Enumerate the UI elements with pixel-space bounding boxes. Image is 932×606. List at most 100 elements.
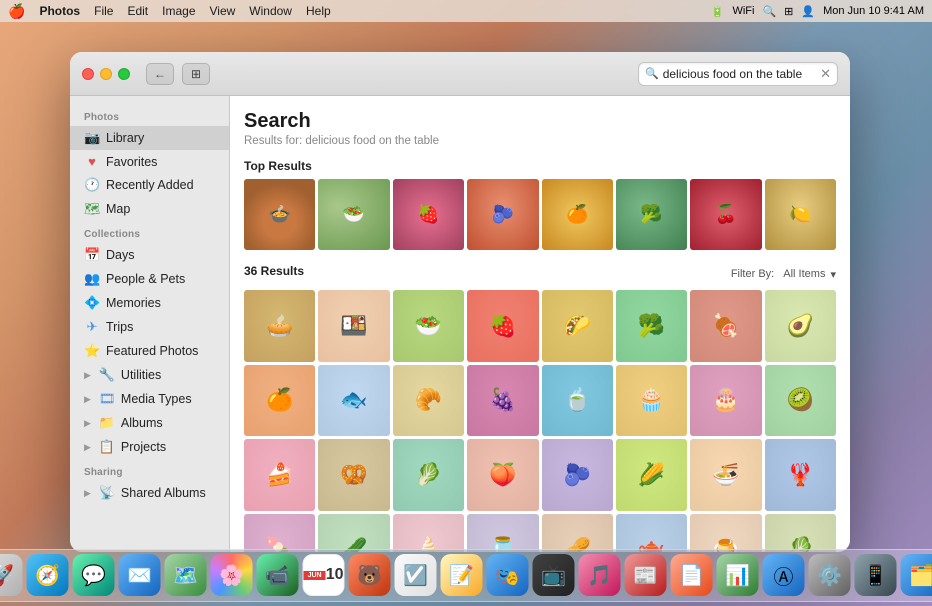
result-item-6[interactable]: 🥦 [616,290,687,361]
top-result-1[interactable]: 🍲 [244,179,315,250]
result-item-1[interactable]: 🥧 [244,290,315,361]
menubar-control[interactable]: ⊞ [784,5,793,18]
sidebar-item-shared-albums[interactable]: ▶ 📡 Shared Albums [70,481,229,505]
dock-facetime[interactable]: 📹 [257,554,299,596]
result-item-17[interactable]: 🍰 [244,439,315,510]
sidebar-item-favorites[interactable]: ♥ Favorites [70,150,229,173]
search-bar[interactable]: 🔍 delicious food on the table ✕ [638,62,838,86]
result-photo-12: 🍇 [489,387,516,413]
result-item-19[interactable]: 🥬 [393,439,464,510]
top-result-3[interactable]: 🍓 [393,179,464,250]
sidebar-item-library[interactable]: 📷 Library [70,126,229,150]
result-item-10[interactable]: 🐟 [318,365,389,436]
dock-bear[interactable]: 🐻 [349,554,391,596]
menubar-search[interactable]: 🔍 [762,5,776,18]
result-item-31[interactable]: 🍮 [690,514,761,553]
sidebar-item-recently-added[interactable]: 🕐 Recently Added [70,173,229,197]
sidebar-item-days[interactable]: 📅 Days [70,243,229,267]
menubar-app-name[interactable]: Photos [39,4,80,18]
result-item-30[interactable]: 🫖 [616,514,687,553]
top-result-5[interactable]: 🍊 [542,179,613,250]
sidebar-item-featured[interactable]: ⭐ Featured Photos [70,339,229,363]
result-item-29[interactable]: 🥜 [542,514,613,553]
dock-sysprefs[interactable]: ⚙️ [809,554,851,596]
sidebar-item-map[interactable]: 🗺 Map [70,197,229,221]
menubar-image[interactable]: Image [162,4,195,18]
sidebar-item-media-types[interactable]: ▶ 🎞 Media Types [70,387,229,411]
menubar-time: Mon Jun 10 9:41 AM [823,5,924,17]
result-item-11[interactable]: 🥐 [393,365,464,436]
top-result-4[interactable]: 🫐 [467,179,538,250]
sidebar-item-projects[interactable]: ▶ 📋 Projects [70,435,229,459]
result-item-24[interactable]: 🦞 [765,439,836,510]
dock-mail[interactable]: ✉️ [119,554,161,596]
dock-files[interactable]: 🗂️ [901,554,932,596]
filter-button[interactable]: Filter By: All Items ▾ [731,268,836,281]
result-item-32[interactable]: 🥬 [765,514,836,553]
result-item-28[interactable]: 🫙 [467,514,538,553]
dock-messages[interactable]: 💬 [73,554,115,596]
menubar-window[interactable]: Window [249,4,292,18]
result-item-4[interactable]: 🍓 [467,290,538,361]
result-item-7[interactable]: 🍖 [690,290,761,361]
dock-appstore[interactable]: Ⓐ [763,554,805,596]
top-result-6[interactable]: 🥦 [616,179,687,250]
messages-icon: 💬 [81,563,106,588]
result-item-23[interactable]: 🍜 [690,439,761,510]
notes-icon: 📝 [449,563,474,588]
maximize-button[interactable] [118,68,130,80]
dock-notes[interactable]: 📝 [441,554,483,596]
result-item-16[interactable]: 🥝 [765,365,836,436]
back-button[interactable]: ← [146,63,174,85]
result-photo-17: 🍰 [266,462,293,488]
result-item-13[interactable]: 🍵 [542,365,613,436]
dock-keynote[interactable]: 🎭 [487,554,529,596]
close-button[interactable] [82,68,94,80]
search-input[interactable]: delicious food on the table [663,67,817,81]
result-item-5[interactable]: 🌮 [542,290,613,361]
dock-reminders[interactable]: ☑️ [395,554,437,596]
result-item-8[interactable]: 🥑 [765,290,836,361]
result-item-22[interactable]: 🌽 [616,439,687,510]
sidebar-item-memories[interactable]: 💠 Memories [70,291,229,315]
result-item-25[interactable]: 🍡 [244,514,315,553]
dock-news[interactable]: 📰 [625,554,667,596]
minimize-button[interactable] [100,68,112,80]
result-item-21[interactable]: 🫐 [542,439,613,510]
sidebar-item-albums[interactable]: ▶ 📁 Albums [70,411,229,435]
dock-pages[interactable]: 📄 [671,554,713,596]
menubar-view[interactable]: View [210,4,236,18]
dock-launchpad[interactable]: 🚀 [0,554,23,596]
dock-iphone[interactable]: 📱 [855,554,897,596]
dock-appletv[interactable]: 📺 [533,554,575,596]
result-item-9[interactable]: 🍊 [244,365,315,436]
search-clear-button[interactable]: ✕ [820,66,831,82]
sidebar-item-trips[interactable]: ✈ Trips [70,315,229,339]
dock-maps[interactable]: 🗺️ [165,554,207,596]
result-item-3[interactable]: 🥗 [393,290,464,361]
dock-photos[interactable]: 🌸 [211,554,253,596]
top-result-2[interactable]: 🥗 [318,179,389,250]
result-item-2[interactable]: 🍱 [318,290,389,361]
result-item-18[interactable]: 🥨 [318,439,389,510]
result-item-20[interactable]: 🍑 [467,439,538,510]
dock-calendar[interactable]: JUN 10 [303,554,345,596]
layout-button[interactable]: ⊞ [182,63,210,85]
menubar-edit[interactable]: Edit [127,4,148,18]
dock-safari[interactable]: 🧭 [27,554,69,596]
result-item-27[interactable]: 🍦 [393,514,464,553]
result-item-14[interactable]: 🧁 [616,365,687,436]
apple-menu[interactable]: 🍎 [8,3,25,20]
top-result-8[interactable]: 🍋 [765,179,836,250]
dock-music[interactable]: 🎵 [579,554,621,596]
result-item-12[interactable]: 🍇 [467,365,538,436]
dock-numbers[interactable]: 📊 [717,554,759,596]
sidebar-item-people-pets[interactable]: 👥 People & Pets [70,267,229,291]
sidebar-item-utilities[interactable]: ▶ 🔧 Utilities [70,363,229,387]
menubar-help[interactable]: Help [306,4,331,18]
result-item-15[interactable]: 🎂 [690,365,761,436]
result-item-26[interactable]: 🥒 [318,514,389,553]
menubar-file[interactable]: File [94,4,113,18]
top-result-7[interactable]: 🍒 [690,179,761,250]
traffic-lights [82,68,130,80]
